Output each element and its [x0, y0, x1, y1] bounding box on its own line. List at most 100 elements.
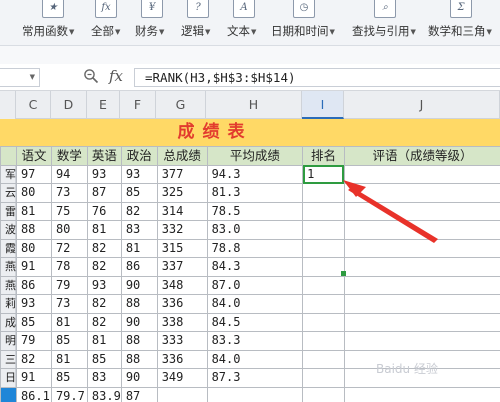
- table-cell[interactable]: 83: [86, 368, 122, 388]
- name-box[interactable]: ▼: [0, 68, 40, 87]
- table-cell[interactable]: [206, 386, 304, 402]
- column-header-e[interactable]: E: [87, 91, 120, 119]
- insert-function-icon[interactable]: fx: [109, 67, 123, 85]
- table-cell[interactable]: 81: [120, 238, 158, 258]
- column-header-j[interactable]: J: [344, 91, 500, 119]
- table-cell[interactable]: 90: [120, 275, 158, 295]
- table-cell[interactable]: 75: [50, 201, 88, 221]
- name-fragment-cell[interactable]: 三: [0, 349, 17, 369]
- rank-cell[interactable]: [302, 238, 345, 258]
- rank-cell[interactable]: [302, 331, 345, 351]
- rank-cell[interactable]: [302, 312, 345, 332]
- table-cell[interactable]: 80: [15, 238, 52, 258]
- table-cell[interactable]: 78: [50, 257, 88, 277]
- column-header-c[interactable]: C: [16, 91, 51, 119]
- table-cell[interactable]: 84.0: [206, 294, 304, 314]
- table-cell[interactable]: [343, 257, 500, 277]
- table-cell[interactable]: 83.0: [206, 220, 304, 240]
- table-cell[interactable]: 88: [120, 294, 158, 314]
- table-cell[interactable]: 79: [50, 275, 88, 295]
- table-cell[interactable]: 81: [15, 201, 52, 221]
- rank-cell[interactable]: [302, 368, 345, 388]
- table-cell[interactable]: 79: [15, 331, 52, 351]
- column-header-d[interactable]: D: [51, 91, 87, 119]
- column-heading[interactable]: 英语: [86, 146, 122, 166]
- table-cell[interactable]: 337: [156, 257, 208, 277]
- table-cell[interactable]: 73: [50, 294, 88, 314]
- table-cell[interactable]: 87.3: [206, 368, 304, 388]
- table-cell[interactable]: 85: [86, 349, 122, 369]
- name-fragment-cell[interactable]: 日: [0, 368, 17, 388]
- table-cell[interactable]: [343, 312, 500, 332]
- table-cell[interactable]: 84.3: [206, 257, 304, 277]
- table-cell[interactable]: 93: [86, 164, 122, 184]
- chevron-down-icon[interactable]: ▼: [30, 73, 35, 81]
- table-cell[interactable]: 83: [120, 220, 158, 240]
- name-fragment-cell[interactable]: 军: [0, 164, 17, 184]
- name-fragment-cell[interactable]: 霞: [0, 238, 17, 258]
- table-cell[interactable]: 81: [50, 349, 88, 369]
- table-cell[interactable]: [343, 275, 500, 295]
- column-header-f[interactable]: F: [120, 91, 156, 119]
- table-cell[interactable]: 87: [120, 386, 158, 402]
- column-header-i[interactable]: I: [302, 91, 344, 119]
- table-cell[interactable]: 81.3: [206, 183, 304, 203]
- table-cell[interactable]: 86.1: [15, 386, 52, 402]
- name-fragment-cell[interactable]: 雷: [0, 201, 17, 221]
- column-heading[interactable]: 排名: [302, 146, 345, 166]
- table-cell[interactable]: 82: [86, 238, 122, 258]
- rank-cell[interactable]: [302, 386, 345, 402]
- table-cell[interactable]: 97: [15, 164, 52, 184]
- table-cell[interactable]: [343, 201, 500, 221]
- table-cell[interactable]: 82: [15, 349, 52, 369]
- table-cell[interactable]: [343, 164, 500, 184]
- table-cell[interactable]: [343, 294, 500, 314]
- name-fragment-cell[interactable]: 莉: [0, 294, 17, 314]
- table-cell[interactable]: 377: [156, 164, 208, 184]
- rank-cell[interactable]: [302, 183, 345, 203]
- table-cell[interactable]: 85: [50, 368, 88, 388]
- table-cell[interactable]: 338: [156, 312, 208, 332]
- table-cell[interactable]: 82: [86, 294, 122, 314]
- table-cell[interactable]: 82: [120, 201, 158, 221]
- table-cell[interactable]: 332: [156, 220, 208, 240]
- table-cell[interactable]: 86: [15, 275, 52, 295]
- table-cell[interactable]: 84.0: [206, 349, 304, 369]
- formula-input[interactable]: =RANK(H3,$H$3:$H$14): [134, 68, 500, 87]
- name-fragment-cell[interactable]: 燕: [0, 275, 17, 295]
- table-cell[interactable]: [343, 220, 500, 240]
- rank-cell[interactable]: [302, 275, 345, 295]
- table-cell[interactable]: [156, 386, 208, 402]
- table-cell[interactable]: [343, 331, 500, 351]
- column-heading[interactable]: 语文: [15, 146, 52, 166]
- table-cell[interactable]: [343, 238, 500, 258]
- column-heading[interactable]: 平均成绩: [206, 146, 304, 166]
- table-cell[interactable]: 93: [15, 294, 52, 314]
- table-cell[interactable]: 88: [120, 349, 158, 369]
- table-cell[interactable]: 78.8: [206, 238, 304, 258]
- table-cell[interactable]: 85: [15, 312, 52, 332]
- table-cell[interactable]: 79.7: [50, 386, 88, 402]
- column-header-h[interactable]: H: [206, 91, 302, 119]
- zoom-search-icon[interactable]: [83, 68, 99, 84]
- table-cell[interactable]: 87: [86, 183, 122, 203]
- table-cell[interactable]: 86: [120, 257, 158, 277]
- table-cell[interactable]: 72: [50, 238, 88, 258]
- table-cell[interactable]: 336: [156, 349, 208, 369]
- table-cell[interactable]: 85: [50, 331, 88, 351]
- fill-handle[interactable]: [341, 271, 346, 276]
- table-cell[interactable]: 94: [50, 164, 88, 184]
- table-cell[interactable]: 91: [15, 368, 52, 388]
- rank-cell[interactable]: 1: [302, 164, 345, 184]
- table-cell[interactable]: 348: [156, 275, 208, 295]
- table-cell[interactable]: [343, 183, 500, 203]
- column-heading[interactable]: 政治: [120, 146, 158, 166]
- table-cell[interactable]: 73: [50, 183, 88, 203]
- table-cell[interactable]: 91: [15, 257, 52, 277]
- table-cell[interactable]: 333: [156, 331, 208, 351]
- table-cell[interactable]: 349: [156, 368, 208, 388]
- name-fragment-cell[interactable]: 成: [0, 312, 17, 332]
- table-cell[interactable]: 84.5: [206, 312, 304, 332]
- table-cell[interactable]: 336: [156, 294, 208, 314]
- table-cell[interactable]: 81: [86, 220, 122, 240]
